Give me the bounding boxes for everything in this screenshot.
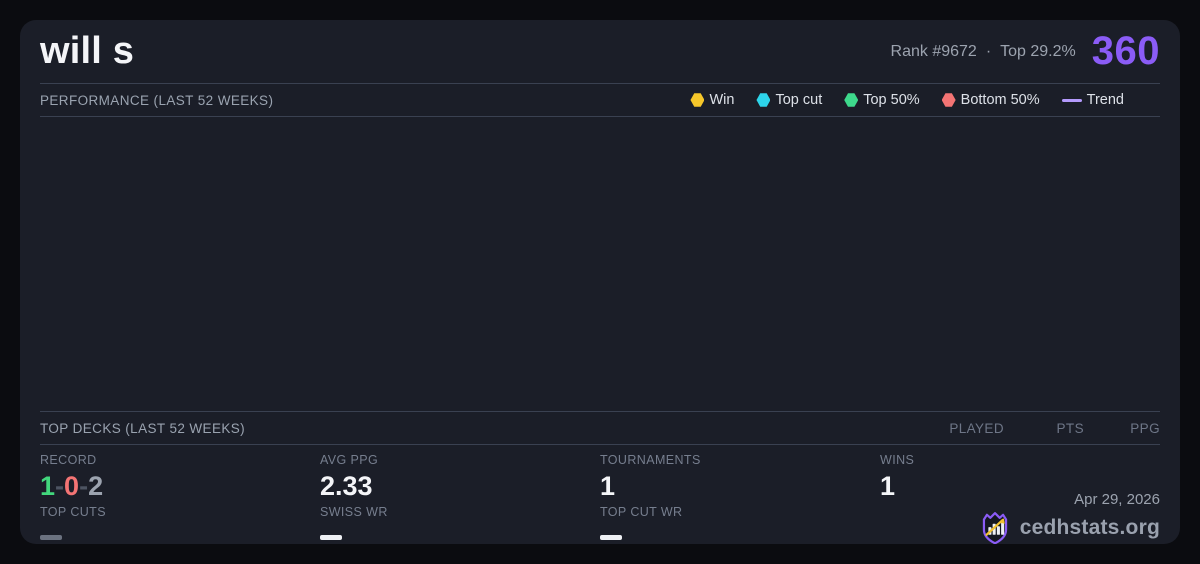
win-dot-icon <box>690 93 705 107</box>
tournaments-value: 1 <box>600 471 616 501</box>
stat-label: TOURNAMENTS <box>600 453 701 467</box>
stat-label: TOP CUT WR <box>600 505 683 519</box>
legend-label: Win <box>709 92 735 108</box>
rank-separator-dot: · <box>985 42 992 60</box>
card-footer: Apr 29, 2026 cedhstats.org <box>880 491 1160 544</box>
legend-label: Trend <box>1086 92 1124 108</box>
top-cut-wr-empty-dash: — <box>600 535 622 540</box>
trend-line-icon <box>1061 98 1082 102</box>
top-cut-dot-icon <box>756 93 771 107</box>
top-decks-column-headers: PLAYED PTS PPG <box>942 421 1160 436</box>
card-date: Apr 29, 2026 <box>1074 491 1160 508</box>
stat-tournaments: TOURNAMENTS 1 <box>600 453 880 505</box>
stat-top-cut-wr: TOP CUT WR — <box>600 505 880 544</box>
stat-avg-ppg: AVG PPG 2.33 <box>320 453 600 505</box>
legend-item-win[interactable]: Win <box>690 92 734 108</box>
stat-swiss-wr: SWISS WR — <box>320 505 600 544</box>
avg-ppg-value: 2.33 <box>320 471 373 501</box>
player-name: will s <box>40 30 135 72</box>
performance-chart <box>20 117 1180 411</box>
column-header-pts: PTS <box>1056 420 1084 436</box>
column-header-played: PLAYED <box>949 420 1004 436</box>
player-stats-card: will s Rank #9672 · Top 29.2% 360 PERFOR… <box>20 20 1180 544</box>
stats-grid: RECORD 1-0-2 AVG PPG 2.33 TOURNAMENTS 1 … <box>20 445 1180 544</box>
rank-summary: Rank #9672 · Top 29.2% <box>891 43 1076 61</box>
legend-label: Top cut <box>775 92 823 108</box>
stat-record: RECORD 1-0-2 <box>40 453 320 505</box>
brand-text: cedhstats.org <box>1019 516 1160 539</box>
performance-section-title: PERFORMANCE (LAST 52 WEEKS) <box>40 92 274 108</box>
top-cuts-empty-dash: — <box>40 535 62 540</box>
player-points: 360 <box>1091 29 1160 73</box>
stat-label: RECORD <box>40 453 97 467</box>
swiss-wr-empty-dash: — <box>320 535 342 540</box>
top-decks-section-title: TOP DECKS (LAST 52 WEEKS) <box>40 420 246 436</box>
record-separator: - <box>55 471 65 501</box>
chart-legend: Win Top cut Top 50% Bottom 50% Trend <box>690 92 1124 108</box>
legend-item-bottom-50[interactable]: Bottom 50% <box>941 92 1040 108</box>
stat-label: SWISS WR <box>320 505 388 519</box>
stat-label: AVG PPG <box>320 453 379 467</box>
legend-item-top-cut[interactable]: Top cut <box>756 92 822 108</box>
card-header: will s Rank #9672 · Top 29.2% 360 <box>20 20 1180 83</box>
stat-label: TOP CUTS <box>40 505 106 519</box>
top-50-dot-icon <box>844 93 859 107</box>
legend-label: Top 50% <box>863 92 920 108</box>
stat-top-cuts: TOP CUTS — <box>40 505 320 544</box>
record-wins: 1 <box>40 471 56 501</box>
stat-label: WINS <box>880 453 915 467</box>
performance-section-header: PERFORMANCE (LAST 52 WEEKS) Win Top cut … <box>20 84 1180 116</box>
legend-item-top-50[interactable]: Top 50% <box>844 92 920 108</box>
legend-label: Bottom 50% <box>960 92 1040 108</box>
brand-link[interactable]: cedhstats.org <box>978 510 1160 544</box>
top-decks-section-header: TOP DECKS (LAST 52 WEEKS) PLAYED PTS PPG <box>20 412 1180 444</box>
bottom-50-dot-icon <box>941 93 956 107</box>
legend-item-trend[interactable]: Trend <box>1061 92 1124 108</box>
rank-text: Rank #9672 <box>890 42 977 60</box>
record-losses: 0 <box>64 471 80 501</box>
top-percent-text: Top 29.2% <box>1000 42 1076 60</box>
cedhstats-shield-logo-icon <box>982 512 1007 544</box>
record-value: 1-0-2 <box>40 472 320 500</box>
record-draws: 2 <box>88 471 104 501</box>
column-header-ppg: PPG <box>1130 420 1160 436</box>
record-separator: - <box>79 471 89 501</box>
